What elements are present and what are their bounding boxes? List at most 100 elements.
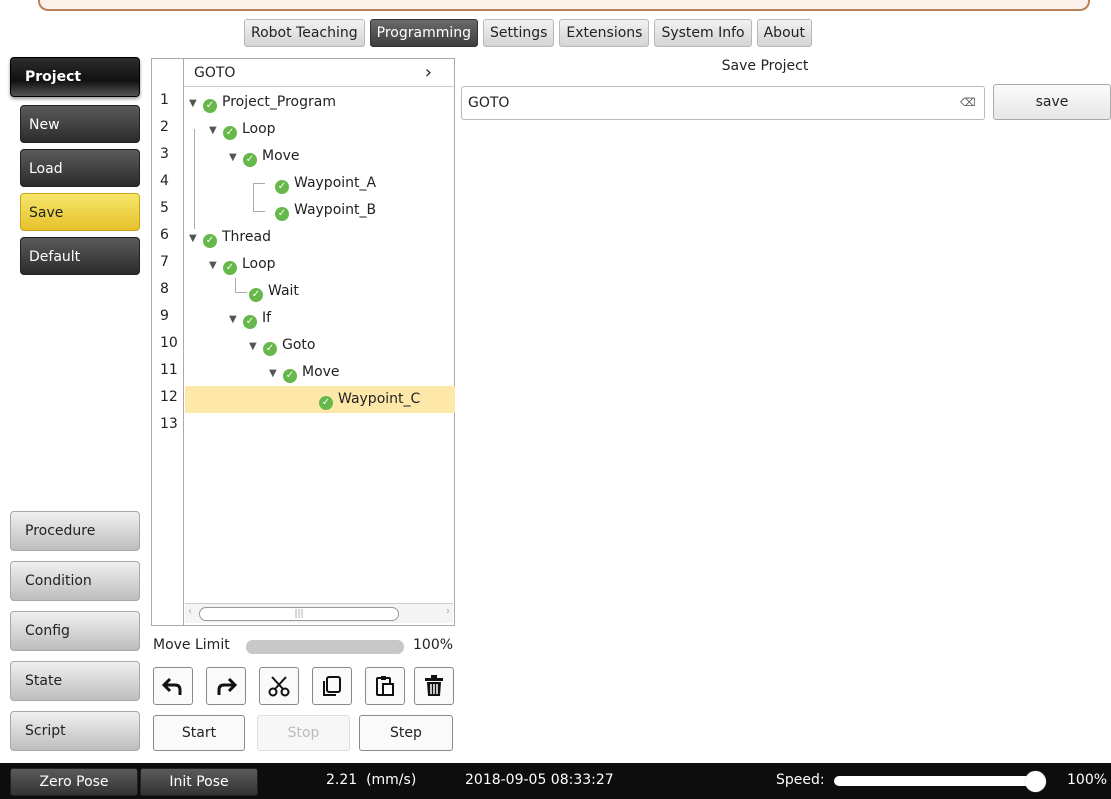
check-icon: ✓: [223, 261, 237, 275]
tree-node-label: Loop: [242, 121, 276, 137]
save-project-title: Save Project: [721, 58, 809, 74]
check-icon: ✓: [223, 126, 237, 140]
undo-button[interactable]: [153, 667, 193, 705]
expand-triangle-icon[interactable]: ▼: [249, 333, 263, 360]
sidebar-procedure-button[interactable]: Procedure: [10, 511, 140, 551]
top-tab-bar: Robot Teaching Programming Settings Exte…: [244, 19, 813, 47]
tcp-speed-readout: 2.21 (mm/s): [326, 772, 417, 788]
sidebar-condition-button[interactable]: Condition: [10, 561, 140, 601]
speed-slider-track[interactable]: [834, 776, 1046, 786]
cut-button[interactable]: [259, 667, 299, 705]
sidebar-script-button[interactable]: Script: [10, 711, 140, 751]
check-icon: ✓: [283, 369, 297, 383]
line-number: 4: [160, 173, 169, 189]
tree-node-project-program[interactable]: ▼ ✓ Project_Program: [185, 89, 455, 116]
check-icon: ✓: [249, 288, 263, 302]
tab-about[interactable]: About: [756, 19, 813, 47]
line-number: 2: [160, 119, 169, 135]
redo-icon: [217, 677, 238, 695]
step-button[interactable]: Step: [359, 715, 453, 751]
line-number: 3: [160, 146, 169, 162]
tree-node-label: Loop: [242, 256, 276, 272]
tree-node-label: Move: [302, 364, 340, 380]
tab-settings[interactable]: Settings: [483, 19, 555, 47]
expand-triangle-icon[interactable]: ▼: [189, 90, 203, 117]
check-icon: ✓: [243, 153, 257, 167]
tree-node-label: Move: [262, 148, 300, 164]
sidebar-config-button[interactable]: Config: [10, 611, 140, 651]
copy-icon: [323, 676, 341, 696]
scissors-icon: [268, 676, 290, 697]
tree-node-move[interactable]: ▼ ✓ Move: [185, 359, 455, 386]
undo-icon: [161, 677, 182, 695]
delete-button[interactable]: [414, 667, 454, 705]
tab-programming[interactable]: Programming: [369, 19, 478, 47]
tree-node-waypoint-a[interactable]: ✓ Waypoint_A: [185, 170, 455, 197]
tree-node-loop[interactable]: ▼ ✓ Loop: [185, 251, 455, 278]
paste-button[interactable]: [365, 667, 405, 705]
sidebar-save-button[interactable]: Save: [20, 193, 140, 231]
tab-extensions[interactable]: Extensions: [559, 19, 650, 47]
sidebar-new-button[interactable]: New: [20, 105, 140, 143]
chevron-right-icon[interactable]: ›: [425, 59, 432, 87]
copy-button[interactable]: [312, 667, 352, 705]
line-number-gutter: 1 2 3 4 5 6 7 8 9 10 11 12 13: [152, 59, 184, 625]
line-number: 11: [160, 362, 178, 378]
sidebar-load-button[interactable]: Load: [20, 149, 140, 187]
expand-triangle-icon[interactable]: ▼: [189, 225, 203, 252]
status-bar: Zero Pose Init Pose 2.21 (mm/s) 2018-09-…: [0, 763, 1111, 799]
expand-triangle-icon[interactable]: ▼: [229, 306, 243, 333]
tree-node-waypoint-b[interactable]: ✓ Waypoint_B: [185, 197, 455, 224]
move-limit-label: Move Limit: [153, 637, 230, 653]
check-icon: ✓: [263, 342, 277, 356]
check-icon: ✓: [275, 207, 289, 221]
tree-node-label: Goto: [282, 337, 316, 353]
check-icon: ✓: [319, 396, 333, 410]
horizontal-scrollbar[interactable]: ‹ ||| ›: [185, 603, 453, 623]
tree-breadcrumb: GOTO ›: [184, 59, 454, 87]
tab-robot-teaching[interactable]: Robot Teaching: [244, 19, 365, 47]
scrollbar-thumb[interactable]: |||: [199, 607, 399, 621]
check-icon: ✓: [203, 234, 217, 248]
tree-node-label: Waypoint_C: [338, 391, 421, 407]
expand-triangle-icon[interactable]: ▼: [269, 360, 283, 387]
expand-triangle-icon[interactable]: ▼: [209, 117, 223, 144]
move-limit-value: 100%: [413, 637, 454, 653]
tree-node-waypoint-c[interactable]: ✓ Waypoint_C: [185, 386, 455, 413]
speed-slider-thumb[interactable]: [1025, 771, 1046, 792]
line-number: 10: [160, 335, 178, 351]
sidebar-state-button[interactable]: State: [10, 661, 140, 701]
line-number: 7: [160, 254, 169, 270]
tab-system-info[interactable]: System Info: [654, 19, 752, 47]
project-name-input[interactable]: [461, 86, 985, 120]
sidebar-default-button[interactable]: Default: [20, 237, 140, 275]
redo-button[interactable]: [206, 667, 246, 705]
scroll-left-icon[interactable]: ‹: [188, 606, 192, 617]
tree-node-label: Thread: [222, 229, 271, 245]
tree-node-label: Waypoint_B: [294, 202, 377, 218]
tree-node-loop[interactable]: ▼ ✓ Loop: [185, 116, 455, 143]
datetime-display: 2018-09-05 08:33:27: [465, 772, 614, 788]
line-number: 8: [160, 281, 169, 297]
expand-triangle-icon[interactable]: ▼: [229, 144, 243, 171]
line-number: 13: [160, 416, 178, 432]
clear-text-icon[interactable]: ⌫: [960, 96, 976, 109]
move-limit-bar[interactable]: [246, 640, 404, 654]
zero-pose-button[interactable]: Zero Pose: [10, 768, 138, 796]
tree-node-goto[interactable]: ▼ ✓ Goto: [185, 332, 455, 359]
stop-button[interactable]: Stop: [257, 715, 350, 751]
tree-node-if[interactable]: ▼ ✓ If: [185, 305, 455, 332]
save-button[interactable]: save: [993, 84, 1111, 120]
tree-node-thread[interactable]: ▼ ✓ Thread: [185, 224, 455, 251]
tree-node-wait[interactable]: ✓ Wait: [185, 278, 455, 305]
check-icon: ✓: [275, 180, 289, 194]
init-pose-button[interactable]: Init Pose: [140, 768, 258, 796]
sidebar-project-button[interactable]: Project: [10, 57, 140, 97]
check-icon: ✓: [243, 315, 257, 329]
scroll-right-icon[interactable]: ›: [446, 606, 450, 617]
move-limit-fill: [246, 640, 404, 654]
start-button[interactable]: Start: [153, 715, 245, 751]
tree-node-move[interactable]: ▼ ✓ Move: [185, 143, 455, 170]
expand-triangle-icon[interactable]: ▼: [209, 252, 223, 279]
paste-icon: [376, 676, 394, 696]
